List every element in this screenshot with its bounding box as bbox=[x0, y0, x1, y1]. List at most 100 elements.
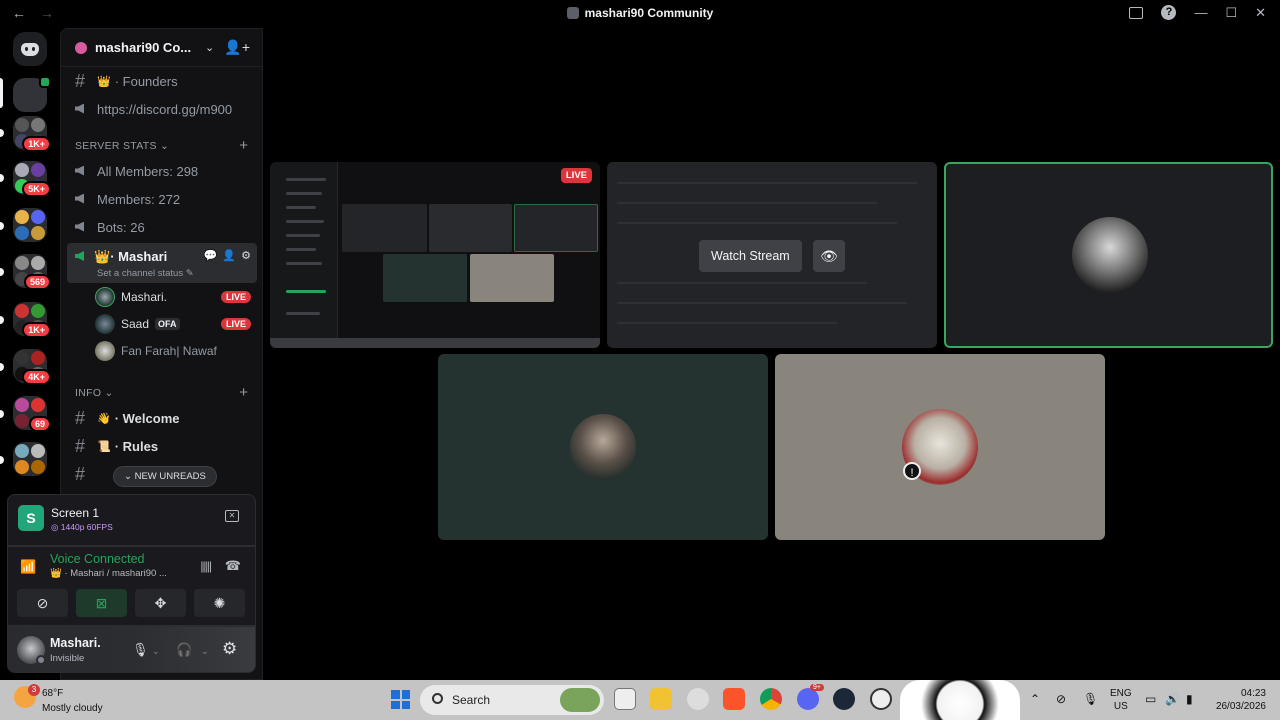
channel-all-members[interactable]: All Members: 298 bbox=[67, 158, 257, 184]
inbox-icon[interactable] bbox=[1129, 7, 1144, 19]
server-folder-2[interactable]: 5K+ bbox=[13, 161, 51, 197]
mute-icon: ! bbox=[903, 462, 921, 480]
category-server-stats[interactable]: SERVER STATS ⌄ bbox=[75, 140, 169, 152]
channel-label: · Founders bbox=[114, 73, 178, 89]
add-channel-icon[interactable]: + bbox=[239, 384, 248, 401]
server-folder-3[interactable] bbox=[13, 208, 47, 242]
display-icon[interactable]: ▭ bbox=[1145, 692, 1156, 706]
speaker-icon bbox=[75, 102, 97, 117]
title-bar: ← → mashari90 Community ? — ☐ ✕ bbox=[0, 0, 1280, 28]
chat-icon[interactable]: 💬 bbox=[204, 249, 218, 262]
chevron-up-icon[interactable]: ⌃ bbox=[1030, 692, 1040, 706]
search-label: Search bbox=[452, 693, 491, 707]
discord-icon[interactable]: 9+ bbox=[797, 684, 824, 710]
server-folder-8[interactable] bbox=[13, 442, 47, 476]
maximize-button[interactable]: ☐ bbox=[1225, 5, 1237, 21]
server-folder-5[interactable]: 1K+ bbox=[13, 302, 51, 338]
voice-user-name: Mashari. bbox=[121, 290, 168, 304]
minimize-button[interactable]: — bbox=[1194, 5, 1207, 21]
channel-rules[interactable]: # 📜 · Rules bbox=[67, 433, 257, 459]
close-button[interactable]: ✕ bbox=[1255, 5, 1266, 21]
user-tile-speaking[interactable] bbox=[944, 162, 1273, 348]
server-folder-4[interactable]: 569 bbox=[13, 254, 51, 290]
discord-home-button[interactable] bbox=[13, 32, 47, 66]
activities-button[interactable]: ✥ bbox=[135, 589, 186, 617]
eye-icon[interactable]: 👁 bbox=[813, 240, 845, 272]
channel-label: · Rules bbox=[114, 438, 159, 454]
help-icon[interactable]: ? bbox=[1161, 5, 1177, 20]
disconnect-icon[interactable]: ☎ bbox=[225, 558, 241, 574]
channel-status[interactable]: Set a channel status ✎ bbox=[97, 268, 194, 279]
voice-location[interactable]: 👑 · Mashari / mashari90 ... bbox=[50, 568, 167, 579]
channel-bots[interactable]: Bots: 26 bbox=[67, 214, 257, 240]
windows-taskbar: 3 68°F Mostly cloudy Search 9+ ⌃ ⊘ 🎙 ENG… bbox=[0, 680, 1280, 720]
windows-start-icon[interactable] bbox=[391, 690, 410, 709]
voice-user[interactable]: Fan Farah| Nawaf bbox=[95, 339, 255, 363]
language-indicator[interactable]: ENG US bbox=[1110, 687, 1132, 713]
screen-share-button[interactable]: ⊠ bbox=[76, 589, 127, 617]
battery-icon[interactable]: ▮ bbox=[1186, 692, 1193, 706]
channel-invite-link[interactable]: https://discord.gg/m900 bbox=[67, 96, 257, 122]
soundboard-button[interactable]: ✺ bbox=[194, 589, 245, 617]
network-off-icon[interactable]: ⊘ bbox=[1056, 692, 1066, 706]
chrome-icon[interactable] bbox=[760, 688, 782, 710]
voice-user[interactable]: Saad OFA LIVE bbox=[95, 312, 255, 336]
microphone-icon[interactable]: 🎙 bbox=[132, 642, 149, 658]
microphone-icon[interactable]: 🎙 bbox=[1083, 692, 1098, 706]
category-info[interactable]: INFO ⌄ bbox=[75, 387, 114, 399]
speaker-icon bbox=[75, 164, 97, 179]
gear-icon[interactable]: ⚙ bbox=[241, 249, 251, 262]
user-tile[interactable] bbox=[438, 354, 768, 540]
stream-tile-saad[interactable]: Watch Stream 👁 bbox=[607, 162, 937, 348]
add-channel-icon[interactable]: + bbox=[239, 137, 248, 154]
channel-welcome[interactable]: # 👋 · Welcome bbox=[67, 405, 257, 431]
username[interactable]: Mashari. bbox=[50, 636, 101, 650]
avatar bbox=[1072, 217, 1148, 293]
server-folder-1[interactable]: 1K+ bbox=[13, 116, 51, 152]
user-tile[interactable]: ! bbox=[775, 354, 1105, 540]
brave-browser-icon[interactable] bbox=[723, 688, 745, 710]
settings-icon[interactable] bbox=[870, 688, 892, 710]
channel-members[interactable]: Members: 272 bbox=[67, 186, 257, 212]
new-unreads-button[interactable]: ⌄ NEW UNREADS bbox=[113, 466, 217, 487]
stream-preview-tile bbox=[383, 254, 467, 302]
channel-label: https://discord.gg/m900 bbox=[97, 101, 233, 117]
unread-indicator bbox=[0, 410, 4, 418]
server-header[interactable]: mashari90 Co... ⌄ 👤+ bbox=[61, 29, 262, 67]
settings-gear-icon[interactable]: ⚙ bbox=[222, 639, 237, 659]
headphones-icon[interactable]: 🎧 bbox=[176, 642, 192, 658]
stream-tile-mashari[interactable]: LIVE bbox=[270, 162, 600, 348]
voice-status[interactable]: Voice Connected bbox=[50, 552, 145, 566]
person-add-icon[interactable]: 👤+ bbox=[224, 39, 250, 56]
invite-icon[interactable]: 👤 bbox=[222, 249, 236, 262]
noise-suppression-icon[interactable]: ||||| bbox=[200, 559, 212, 573]
watch-stream-button[interactable]: Watch Stream bbox=[699, 240, 802, 272]
server-icon-dms[interactable] bbox=[13, 76, 51, 112]
screen-title: Screen 1 bbox=[51, 506, 100, 520]
clock[interactable]: 04:23 26/03/2026 bbox=[1210, 687, 1266, 713]
steam-icon[interactable] bbox=[833, 688, 855, 710]
screen-share-panel: S Screen 1 ◎ 1440p 60FPS ✕ bbox=[7, 494, 256, 546]
channel-founders[interactable]: # 👑 · Founders bbox=[67, 68, 257, 94]
live-badge: LIVE bbox=[220, 291, 251, 303]
screen-thumbnail[interactable]: S bbox=[18, 505, 44, 531]
file-explorer-icon[interactable] bbox=[650, 688, 672, 710]
voice-channel-mashari[interactable]: 👑· Mashari Set a channel status ✎ 💬 👤 ⚙ bbox=[67, 243, 257, 283]
live-badge: LIVE bbox=[220, 318, 251, 330]
signal-icon[interactable]: 📶 bbox=[20, 559, 36, 575]
chevron-down-icon[interactable]: ⌄ bbox=[152, 646, 160, 657]
server-folder-6[interactable]: 4K+ bbox=[13, 349, 51, 385]
taskbar-search[interactable]: Search bbox=[420, 685, 604, 715]
chevron-down-icon[interactable]: ⌄ bbox=[201, 646, 209, 657]
server-folder-7[interactable]: 69 bbox=[13, 396, 51, 432]
voice-user[interactable]: Mashari. LIVE bbox=[95, 285, 255, 309]
crown-icon: 👑 bbox=[50, 568, 65, 579]
weather-badge: 3 bbox=[28, 684, 40, 696]
volume-icon[interactable]: 🔊 bbox=[1165, 692, 1180, 706]
app-icon[interactable] bbox=[687, 688, 709, 710]
task-view-icon[interactable] bbox=[614, 688, 636, 710]
user-panel: Mashari. Invisible 🎙 ⌄ 🎧 ⌄ ⚙ bbox=[7, 626, 256, 673]
camera-off-button[interactable]: ⊘ bbox=[17, 589, 68, 617]
stop-stream-icon[interactable]: ✕ bbox=[225, 510, 239, 522]
voice-user-name: Saad bbox=[121, 317, 150, 331]
